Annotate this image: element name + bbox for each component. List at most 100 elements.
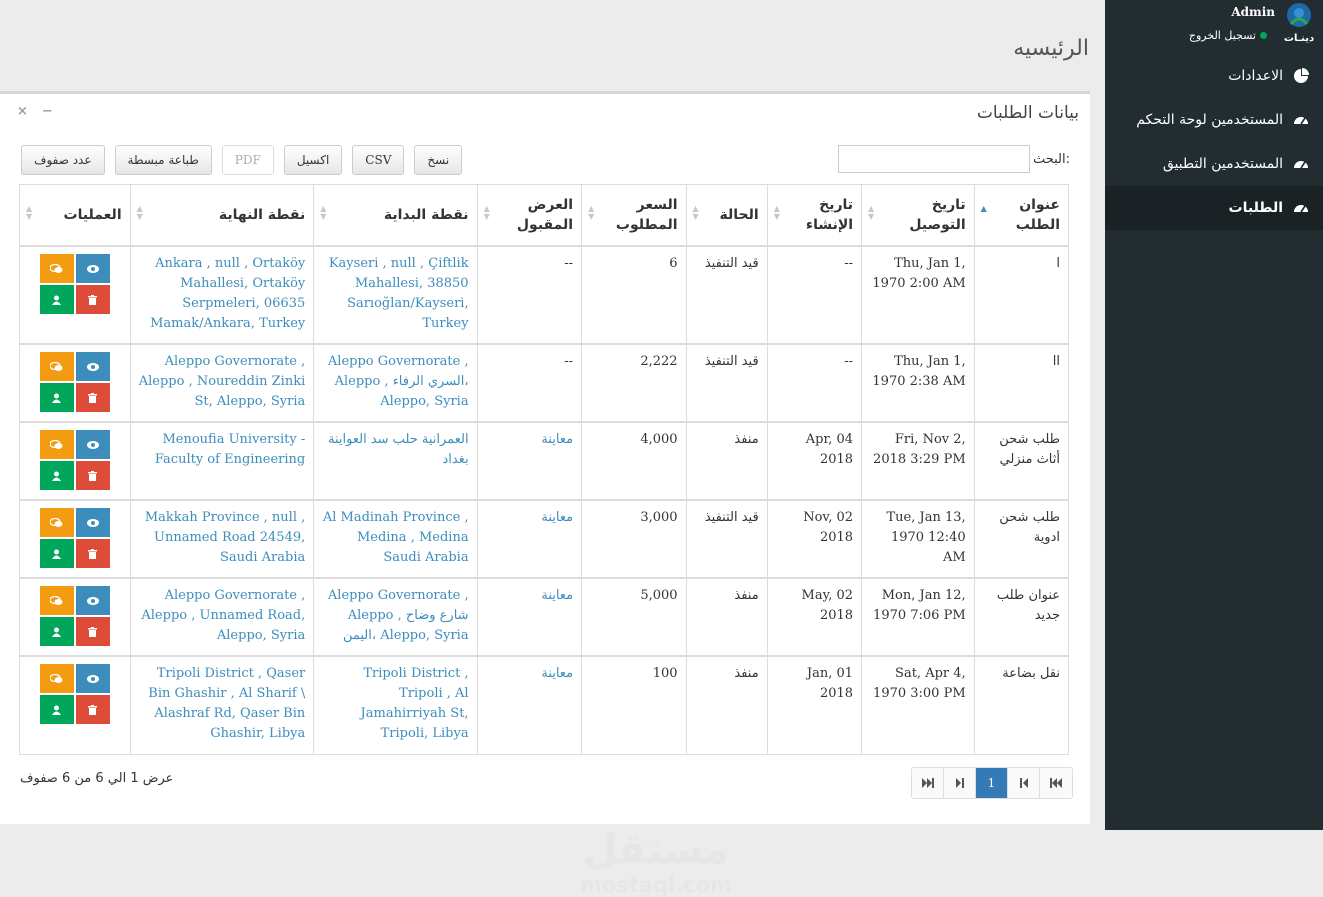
- user-panel: دينـات Admin تسجيل الخروج: [1105, 0, 1323, 54]
- close-icon[interactable]: ×: [17, 104, 28, 119]
- cell-start[interactable]: العمرانية حلب سد العواينة بغداد: [313, 421, 478, 501]
- column-header-delivery[interactable]: تاريخ التوصيل ▲ ▼: [861, 184, 975, 247]
- user-icon[interactable]: [39, 695, 74, 724]
- cell-status: قيد التنفيذ: [685, 343, 768, 423]
- cell-start[interactable]: Aleppo Governorate , Aleppo , شارع وضاح …: [313, 577, 478, 657]
- cell-end[interactable]: Makkah Province , null , Unnamed Road 24…: [129, 499, 315, 579]
- cell-created: May, 02 2018: [766, 577, 863, 657]
- column-header-created[interactable]: تاريخ الإنشاء ▲ ▼: [766, 184, 863, 247]
- user-icon[interactable]: [39, 461, 74, 490]
- cell-start[interactable]: Kayseri , null , Çiftlik Mahallesi, 3885…: [313, 245, 478, 345]
- cell-created: Jan, 01 2018: [766, 655, 863, 755]
- last-page-icon[interactable]: [912, 768, 944, 798]
- delete-icon[interactable]: [75, 539, 110, 568]
- user-icon[interactable]: [39, 383, 74, 412]
- view-icon[interactable]: [75, 664, 110, 693]
- column-header-start[interactable]: نقطة البداية ▲ ▼: [313, 184, 478, 247]
- cell-title: طلب شحن ادوية: [973, 499, 1070, 579]
- cell-end[interactable]: Aleppo Governorate , Aleppo , Unnamed Ro…: [129, 577, 315, 657]
- delete-icon[interactable]: [75, 461, 110, 490]
- sidebar-item-app-users[interactable]: المستخدمين التطبيق: [1105, 142, 1323, 186]
- comments-icon[interactable]: [39, 254, 74, 283]
- user-icon[interactable]: [39, 285, 74, 314]
- column-header-title[interactable]: عنوان الطلب ▲: [973, 184, 1070, 247]
- column-header-end[interactable]: نقطة النهاية ▲ ▼: [129, 184, 315, 247]
- column-header-price[interactable]: السعر المطلوب ▲ ▼: [581, 184, 687, 247]
- cell-start[interactable]: Tripoli District , Tripoli , Al Jamahirr…: [313, 655, 478, 755]
- logo-text: دينـات: [1284, 33, 1314, 44]
- cell-delivery: Thu, Jan 1, 1970 2:38 AM: [861, 343, 975, 423]
- sidebar: دينـات Admin تسجيل الخروج الاعدادات المس…: [1105, 0, 1323, 830]
- watermark-arabic: مستقل: [582, 827, 730, 873]
- cell-offer: معاينة: [476, 499, 583, 579]
- watermark: مستقل mostaql.com: [580, 827, 732, 897]
- cell-end[interactable]: Tripoli District , Qaser Bin Ghashir , A…: [129, 655, 315, 755]
- actions-group: [28, 508, 122, 568]
- table-row: اا Thu, Jan 1, 1970 2:38 AM -- قيد التنفيذ 2…: [19, 343, 1070, 423]
- comments-icon[interactable]: [39, 352, 74, 381]
- table-row: طلب شحن ادوية Tue, Jan 13, 1970 12:40 AM N…: [19, 499, 1070, 579]
- cell-title: عنوان طلب جديد: [973, 577, 1070, 657]
- search-input[interactable]: [837, 145, 1030, 173]
- view-icon[interactable]: [75, 430, 110, 459]
- sort-icon: ▲ ▼: [26, 204, 33, 221]
- cell-actions: [19, 421, 131, 501]
- previous-page-icon[interactable]: [1008, 768, 1040, 798]
- sidebar-item-dashboard-users[interactable]: المستخدمين لوحة التحكم: [1105, 98, 1323, 142]
- orders-table: عنوان الطلب ▲ تاريخ التوصيل ▲ ▼ تاريخ الإنش…: [19, 184, 1070, 755]
- table-header-row: عنوان الطلب ▲ تاريخ التوصيل ▲ ▼ تاريخ الإنش…: [19, 184, 1070, 247]
- cell-start[interactable]: Aleppo Governorate , Aleppo , السري الرف…: [313, 343, 478, 423]
- delete-icon[interactable]: [75, 617, 110, 646]
- page-1-button[interactable]: 1: [976, 768, 1008, 798]
- dashboard-icon: [1294, 205, 1308, 213]
- view-icon[interactable]: [75, 508, 110, 537]
- table-info: عرض 1 الي 6 من 6 صفوف: [20, 771, 174, 786]
- delete-icon[interactable]: [75, 285, 110, 314]
- view-icon[interactable]: [75, 586, 110, 615]
- logout-link[interactable]: تسجيل الخروج: [1189, 29, 1267, 42]
- rows-count-button[interactable]: عدد صفوف: [21, 145, 105, 175]
- cell-start[interactable]: Al Madinah Province , Medina , Medina Sa…: [313, 499, 478, 579]
- table-body: ا Thu, Jan 1, 1970 2:00 AM -- قيد التنفيذ 6-…: [19, 245, 1070, 755]
- cell-actions: [19, 655, 131, 755]
- sidebar-item-settings[interactable]: الاعدادات: [1105, 54, 1323, 98]
- csv-button[interactable]: CSV: [352, 145, 405, 175]
- first-page-icon[interactable]: [1040, 768, 1072, 798]
- comments-icon[interactable]: [39, 586, 74, 615]
- sidebar-item-label: المستخدمين لوحة التحكم: [1136, 112, 1283, 128]
- column-header-status[interactable]: الحالة ▲ ▼: [685, 184, 768, 247]
- view-icon[interactable]: [75, 254, 110, 283]
- user-icon[interactable]: [39, 617, 74, 646]
- column-header-actions[interactable]: العمليات ▲ ▼: [19, 184, 131, 247]
- pdf-button[interactable]: PDF: [221, 145, 274, 175]
- cell-end[interactable]: Aleppo Governorate , Aleppo , Noureddin …: [129, 343, 315, 423]
- excel-button[interactable]: اكسيل: [283, 145, 343, 175]
- offer-preview-link[interactable]: معاينة: [541, 666, 573, 681]
- view-icon[interactable]: [75, 352, 110, 381]
- next-page-icon[interactable]: [944, 768, 976, 798]
- offer-preview-link[interactable]: معاينة: [541, 432, 573, 447]
- delete-icon[interactable]: [75, 383, 110, 412]
- cell-title: نقل بضاعة: [973, 655, 1070, 755]
- print-button[interactable]: طباعة مبسطة: [114, 145, 212, 175]
- cell-created: --: [766, 245, 863, 345]
- copy-button[interactable]: نسخ: [414, 145, 463, 175]
- minimize-icon[interactable]: −: [42, 104, 53, 119]
- sort-icon: ▲ ▼: [136, 204, 143, 221]
- comments-icon[interactable]: [39, 508, 74, 537]
- sort-icon: ▲ ▼: [773, 204, 780, 221]
- cell-end[interactable]: Ankara , null , Ortaköy Mahallesi, Ortak…: [129, 245, 315, 345]
- sort-icon: ▲ ▼: [692, 204, 699, 221]
- cell-title: طلب شحن أثاث منزلي: [973, 421, 1070, 501]
- sidebar-item-orders[interactable]: الطلبات: [1105, 186, 1323, 230]
- comments-icon[interactable]: [39, 430, 74, 459]
- column-header-offer[interactable]: العرض المقبول ▲ ▼: [476, 184, 583, 247]
- comments-icon[interactable]: [39, 664, 74, 693]
- sidebar-item-label: المستخدمين التطبيق: [1162, 156, 1283, 172]
- user-icon[interactable]: [39, 539, 74, 568]
- cell-price: 6: [581, 245, 687, 345]
- offer-preview-link[interactable]: معاينة: [541, 510, 573, 525]
- delete-icon[interactable]: [75, 695, 110, 724]
- offer-preview-link[interactable]: معاينة: [541, 588, 573, 603]
- cell-end[interactable]: Menoufia University - Faculty of Enginee…: [129, 421, 315, 501]
